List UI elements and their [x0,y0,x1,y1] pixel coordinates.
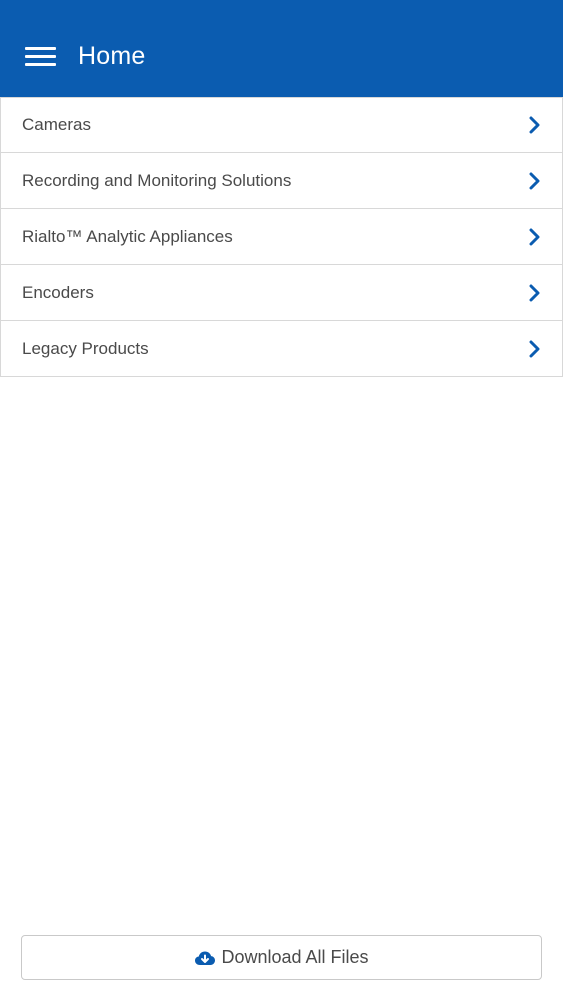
list-item-label: Rialto™ Analytic Appliances [22,226,233,246]
list-item-encoders[interactable]: Encoders [0,265,563,321]
list-item-label: Legacy Products [22,338,149,358]
list-item-label: Cameras [22,115,91,134]
chevron-right-icon [529,284,540,301]
page-title: Home [78,42,146,70]
chevron-right-icon [529,172,540,189]
hamburger-line [25,55,56,58]
cloud-download-icon [195,951,216,965]
list-item-recording-monitoring[interactable]: Recording and Monitoring Solutions [0,153,563,209]
app-root: Home Cameras Recording and Monitoring So… [0,0,563,1000]
list-item-label: Encoders [22,282,94,302]
chevron-right-icon [529,228,540,245]
list-item-legacy-products[interactable]: Legacy Products [0,321,563,377]
app-header: Home [0,0,563,97]
list-item-cameras[interactable]: Cameras [0,97,563,153]
chevron-right-icon [529,116,540,134]
chevron-right-icon [529,340,540,357]
category-list: Cameras Recording and Monitoring Solutio… [0,97,563,377]
hamburger-line [25,47,56,50]
list-item-rialto-analytic[interactable]: Rialto™ Analytic Appliances [0,209,563,265]
list-item-label: Recording and Monitoring Solutions [22,170,292,190]
hamburger-menu-icon[interactable] [25,47,56,69]
hamburger-line [25,63,56,66]
download-all-files-button[interactable]: Download All Files [21,935,542,980]
download-button-label: Download All Files [221,947,369,967]
